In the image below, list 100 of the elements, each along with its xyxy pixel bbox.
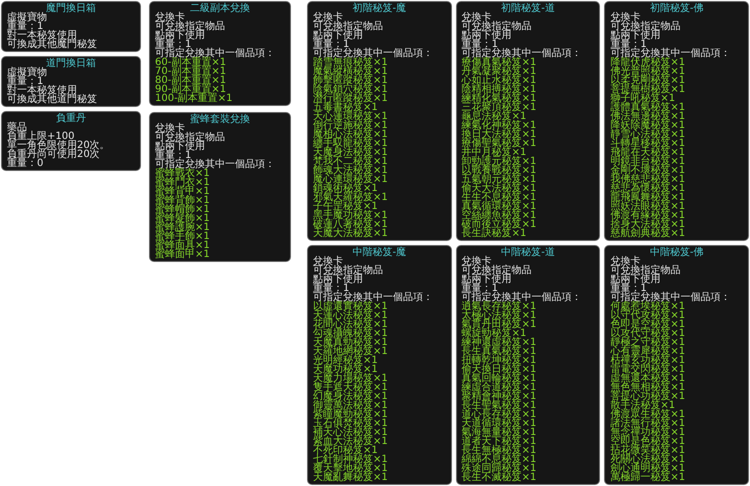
option-item: 不死印秘笈×1 bbox=[313, 446, 378, 455]
tooltip-line: 虛擬寶物 bbox=[7, 13, 47, 22]
tooltip-line: 重量：1 bbox=[313, 40, 350, 49]
option-item: 諸法無行秘笈×1 bbox=[610, 419, 686, 428]
tooltip-line: 重量：1 bbox=[155, 151, 192, 160]
option-item: 天羅地網秘笈×1 bbox=[313, 347, 388, 356]
option-item: 心有靈犀秘笈×1 bbox=[610, 347, 686, 356]
option-item: 破蓮八著秘笈×1 bbox=[313, 220, 388, 229]
option-item: 天蓮心法秘笈×1 bbox=[313, 311, 388, 320]
option-item: 蜜蜂背甲×1 bbox=[155, 187, 210, 196]
option-item: 補天心法秘笈×1 bbox=[313, 428, 388, 437]
option-item: 降龍伏虎秘笈×1 bbox=[610, 58, 686, 67]
option-item: 倒行逆施秘笈×1 bbox=[313, 121, 388, 130]
tooltip-line: 對一本秘笈使用 bbox=[7, 31, 77, 40]
option-item: 蜜蜂面具×1 bbox=[155, 241, 210, 250]
tooltip-line: 重量：1 bbox=[610, 40, 647, 49]
tooltip-line: 可指定兌換其中一個品項： bbox=[313, 49, 433, 58]
option-item: 卸勁護元秘笈×1 bbox=[462, 157, 536, 166]
option-item: 天魔身法秘笈×1 bbox=[313, 148, 388, 157]
option-item: 90-副本重置×1 bbox=[155, 85, 226, 94]
option-item: 以柔克剛秘笈×1 bbox=[610, 76, 686, 85]
tooltip-line: 可兌換指定物品 bbox=[462, 22, 532, 31]
tooltip-title: 初階秘笈-魔 bbox=[352, 4, 406, 13]
option-item: 龍飛鳳舞秘笈×1 bbox=[610, 193, 686, 202]
tooltip-line: 負重上限+100 bbox=[7, 132, 74, 141]
option-item: 生生不息秘笈×1 bbox=[462, 193, 536, 202]
option-item: 聚精會神秘笈×1 bbox=[462, 392, 536, 401]
option-item: 魔心連環秘笈×1 bbox=[313, 175, 388, 184]
tooltip-line: 點兩下使用 bbox=[462, 31, 512, 40]
option-item: 御靈萬法秘笈×1 bbox=[313, 401, 388, 410]
option-item: 靜雪心法秘笈×1 bbox=[610, 130, 686, 139]
option-item: 真氣回輪秘笈×1 bbox=[462, 374, 536, 383]
tooltip-line: 重量：1 bbox=[7, 77, 44, 86]
tooltip-line: 點兩下使用 bbox=[462, 275, 512, 284]
tooltip-line: 可兌換指定物品 bbox=[462, 266, 532, 275]
option-item: 靜極之守秘笈×1 bbox=[610, 338, 686, 347]
option-item: 陰精相搏秘笈×1 bbox=[462, 85, 536, 94]
tooltip-title: 中階秘笈-道 bbox=[501, 248, 555, 257]
option-item: 幻魔身法秘笈×1 bbox=[313, 392, 388, 401]
option-item: 長生不滅秘笈×1 bbox=[462, 473, 536, 482]
option-item: 氣貫丹田秘笈×1 bbox=[462, 320, 536, 329]
tooltip-title: 初階秘笈-佛 bbox=[650, 4, 704, 13]
option-item: 長生真氣秘笈×1 bbox=[462, 347, 536, 356]
tooltip-line: 兌換卡 bbox=[313, 13, 343, 22]
tooltip-line: 兌換卡 bbox=[155, 124, 185, 133]
tooltip-line: 可兌換指定物品 bbox=[313, 22, 383, 31]
option-item: 紫瞳魔勁秘笈×1 bbox=[313, 410, 388, 419]
option-item: 菩提心功秘笈×1 bbox=[610, 392, 686, 401]
option-item: 以戰養戰秘笈×1 bbox=[462, 166, 536, 175]
option-item: 護體真氣秘笈×1 bbox=[610, 103, 686, 112]
option-item: 無念禪功秘笈×1 bbox=[610, 428, 686, 437]
option-item: 偷天大法秘笈×1 bbox=[462, 184, 536, 193]
option-item: 拈花微笑秘笈×1 bbox=[610, 446, 686, 455]
option-item: 長生聖氣秘笈×1 bbox=[462, 401, 536, 410]
option-item: 練虛合道秘笈×1 bbox=[462, 383, 536, 392]
tooltip-line: 重量：1 bbox=[462, 40, 498, 49]
option-item: 纏手馭龍秘笈×1 bbox=[313, 139, 388, 148]
tooltip-line: 可指定兌換其中一個品項： bbox=[462, 293, 582, 302]
option-item: 換日大法秘笈×1 bbox=[462, 130, 536, 139]
option-item: 天魔大法秘笈×1 bbox=[313, 229, 388, 238]
option-item: 斗轉星移秘笈×1 bbox=[610, 139, 686, 148]
option-item: 五毒書秘笈×1 bbox=[313, 103, 378, 112]
option-item: 我佛慈悲秘笈×1 bbox=[610, 175, 686, 184]
option-item: 子午罡秘笈×1 bbox=[313, 202, 378, 211]
tooltip-line: 可指定兌換其中一個品項： bbox=[462, 49, 582, 58]
option-item: 潛行匿蹤秘笈×1 bbox=[313, 94, 388, 103]
option-item: 天魔亂舞秘笈×1 bbox=[313, 473, 388, 482]
option-item: 邪氣天羅秘笈×1 bbox=[313, 193, 388, 202]
option-item: 道者天下秘笈×1 bbox=[462, 437, 536, 446]
option-item: 覆天擊地秘笈×1 bbox=[313, 464, 388, 473]
option-item: 勾魂攝魄秘笈×1 bbox=[313, 329, 388, 338]
option-item: 真氣循環秘笈×1 bbox=[462, 202, 536, 211]
option-item: 飾擊匿蹤秘笈×1 bbox=[313, 76, 388, 85]
option-item: 七針制神秘笈×1 bbox=[313, 455, 388, 464]
option-item: 扭轉乾坤秘笈×1 bbox=[462, 356, 536, 365]
option-item: 菩提無樹秘笈×1 bbox=[610, 85, 686, 94]
option-item: 以虛還實秘笈×1 bbox=[313, 302, 388, 311]
tooltip-line: 可指定兌換其中一個品項： bbox=[155, 160, 275, 169]
option-item: 蜜蜂髮飾×1 bbox=[155, 214, 210, 223]
option-item: 空即是色秘笈×1 bbox=[610, 437, 686, 446]
option-item: 光明經秘笈×1 bbox=[313, 356, 378, 365]
option-item: 五氣朝元秘笈×1 bbox=[462, 175, 536, 184]
option-item: 氣海無量秘笈×1 bbox=[462, 428, 536, 437]
option-item: 照妖法眼秘笈×1 bbox=[610, 202, 686, 211]
option-item: 練神還虛秘笈×1 bbox=[462, 338, 536, 347]
option-item: 蜜蜂背飾×1 bbox=[155, 196, 210, 205]
tooltip-title: 負重丹 bbox=[56, 114, 86, 123]
option-item: 無色無相秘笈×1 bbox=[610, 383, 686, 392]
tooltip-title: 魔門換日箱 bbox=[46, 4, 96, 13]
option-item: 綿綿不息秘笈×1 bbox=[462, 455, 536, 464]
tooltip-line: 可兌換指定物品 bbox=[155, 22, 225, 31]
tooltip-line: 點兩下使用 bbox=[610, 31, 660, 40]
tooltip-line: 可指定兌換其中一個品項： bbox=[610, 49, 730, 58]
tooltip-line: 點兩下使用 bbox=[313, 275, 363, 284]
option-item: 70-副本重置×1 bbox=[155, 67, 226, 76]
tooltip-title: 二級副本兌換 bbox=[190, 4, 250, 13]
option-item: 隻手遮天秘笈×1 bbox=[313, 383, 388, 392]
tooltip-line: 兌換卡 bbox=[155, 13, 185, 22]
tooltip-line: 可指定兌換其中一個品項： bbox=[155, 49, 275, 58]
option-item: 飛龍在天秘笈×1 bbox=[610, 148, 686, 157]
